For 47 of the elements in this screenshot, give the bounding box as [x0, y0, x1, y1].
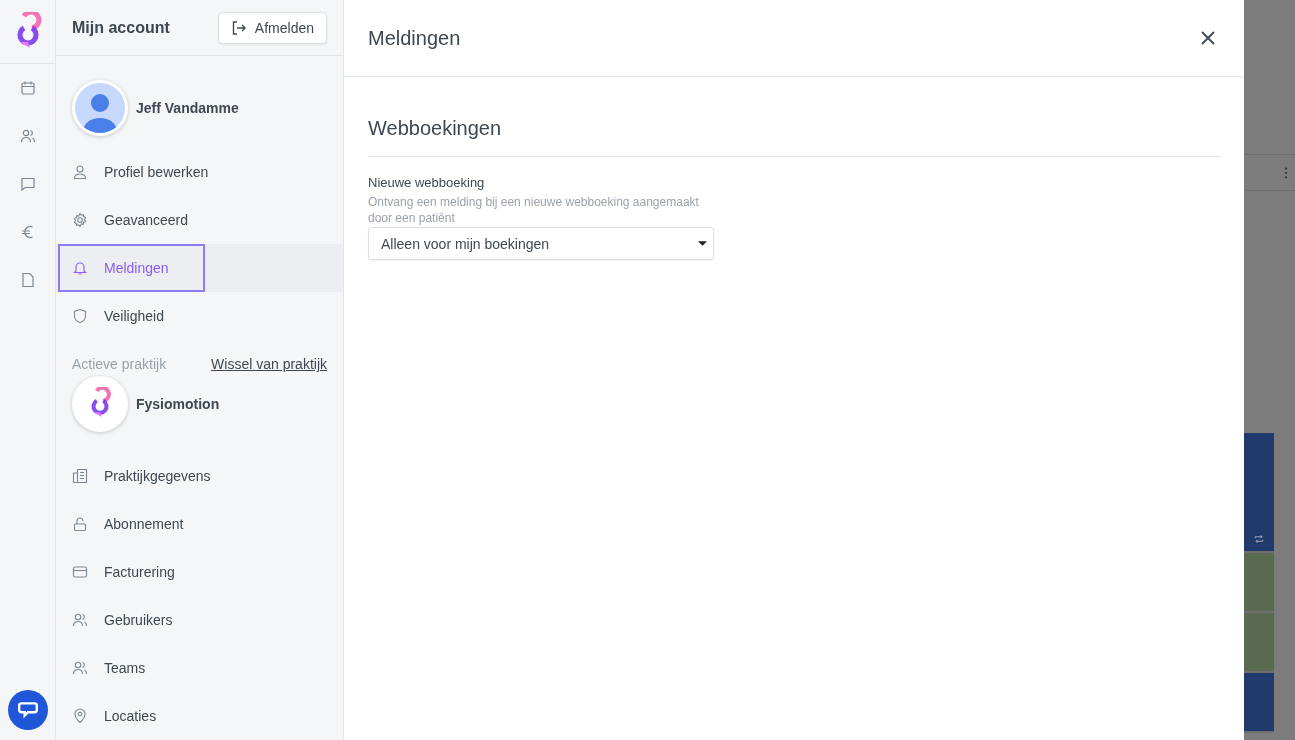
menu-item[interactable]: Meldingen: [56, 244, 343, 292]
gear-icon: [72, 212, 88, 228]
section-label: Actieve praktijk: [72, 356, 167, 372]
field-label: Nieuwe webboeking: [368, 175, 486, 190]
chat-button[interactable]: [7, 690, 48, 730]
practice-logo: [72, 376, 128, 432]
switch-practice-link[interactable]: Wissel van praktijk: [211, 356, 327, 372]
shield-icon: [72, 308, 88, 324]
building-icon: [72, 468, 88, 484]
menu-item[interactable]: Locaties: [56, 692, 343, 740]
menu-item[interactable]: Geavanceerd: [56, 196, 343, 244]
menu-item[interactable]: Praktijkgegevens: [56, 452, 343, 500]
padlock-icon: [72, 516, 88, 532]
credit-card-icon: [72, 564, 88, 580]
bell-icon: [72, 260, 88, 276]
dropdown-select[interactable]: Alleen voor mijn boekingen: [368, 227, 714, 260]
users-icon[interactable]: [19, 128, 36, 144]
users-icon: [72, 660, 88, 676]
menu-item[interactable]: Veiligheid: [56, 292, 343, 340]
modal-title: Meldingen: [368, 26, 461, 50]
caret-icon: [698, 240, 707, 247]
field-help-text: Ontvang een melding bij een nieuwe webboeking aangemaakt door een patiënt: [368, 194, 700, 226]
repeat-icon: [1253, 533, 1265, 545]
user-name: Jeff Vandamme: [136, 100, 239, 116]
euro-icon[interactable]: [19, 224, 36, 240]
chat-bubble-icon: [16, 699, 39, 721]
calendar-event: [1244, 613, 1274, 673]
avatar: [72, 80, 128, 136]
menu-item[interactable]: Abonnement: [56, 500, 343, 548]
menu-item[interactable]: Profiel bewerken: [56, 148, 343, 196]
menu-item[interactable]: Teams: [56, 644, 343, 692]
document-icon[interactable]: [19, 272, 36, 288]
practice-name: Fysiomotion: [136, 396, 220, 412]
panel-title: Mijn account: [72, 18, 170, 37]
calendar-icon[interactable]: [19, 80, 36, 96]
chat-icon[interactable]: [19, 176, 36, 192]
person-icon: [72, 164, 88, 180]
more-icon: [1284, 166, 1288, 179]
logout-icon: [230, 19, 247, 36]
users-icon: [72, 612, 88, 628]
menu-item[interactable]: Gebruikers: [56, 596, 343, 644]
location-pin-icon: [72, 708, 88, 724]
menu-item[interactable]: Facturering: [56, 548, 343, 596]
close-icon[interactable]: [1200, 30, 1216, 46]
calendar-event: [1244, 673, 1274, 733]
logout-button[interactable]: Afmelden: [217, 11, 327, 44]
section-heading: Webboekingen: [368, 117, 1221, 157]
